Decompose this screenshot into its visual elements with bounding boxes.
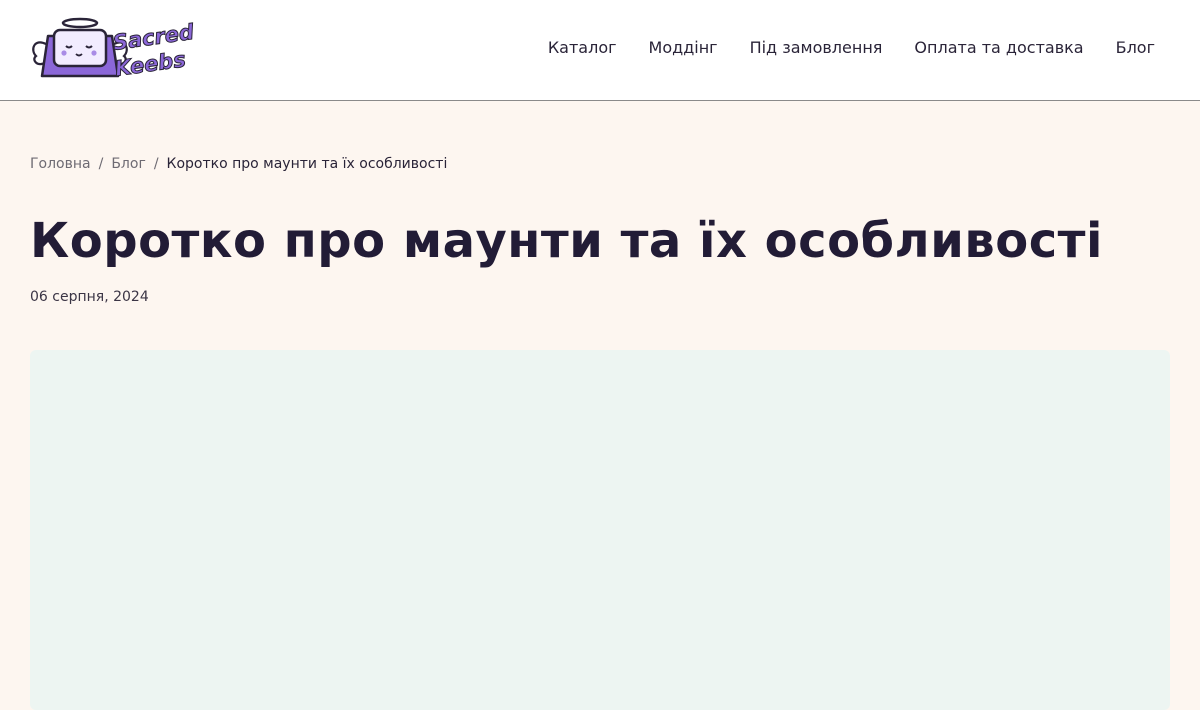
article-hero-image xyxy=(30,350,1170,710)
main-nav: Каталог Моддінг Під замовлення Оплата та… xyxy=(548,37,1155,59)
breadcrumb-separator: / xyxy=(98,156,104,172)
breadcrumb-home[interactable]: Головна xyxy=(30,154,91,174)
sacred-keebs-logo[interactable]: Sacred Keebs xyxy=(28,16,198,84)
breadcrumb-current: Коротко про маунти та їх особливості xyxy=(166,156,448,172)
breadcrumb-separator: / xyxy=(153,156,159,172)
nav-item-blog[interactable]: Блог xyxy=(1116,37,1155,59)
article-title: Коротко про маунти та їх особливості xyxy=(30,213,1103,269)
nav-item-modding[interactable]: Моддінг xyxy=(649,37,718,59)
nav-item-custom-order[interactable]: Під замовлення xyxy=(750,37,883,59)
breadcrumb-blog[interactable]: Блог xyxy=(111,154,145,174)
site-header: Sacred Keebs Каталог Моддінг Під замовле… xyxy=(0,0,1200,101)
nav-item-catalog[interactable]: Каталог xyxy=(548,37,617,59)
nav-item-payment-delivery[interactable]: Оплата та доставка xyxy=(914,37,1083,59)
article-date: 06 серпня, 2024 xyxy=(30,289,149,305)
breadcrumb: Головна / Блог / Коротко про маунти та ї… xyxy=(30,154,447,174)
logo-graphic: Sacred Keebs xyxy=(32,17,197,81)
